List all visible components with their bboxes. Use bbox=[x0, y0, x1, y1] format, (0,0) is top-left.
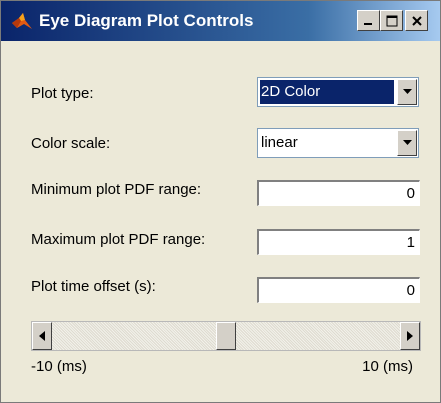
maximize-button[interactable] bbox=[380, 10, 403, 31]
arrow-left-icon bbox=[39, 331, 45, 341]
plot-type-value: 2D Color bbox=[261, 83, 321, 100]
slider-right-button[interactable] bbox=[400, 322, 420, 350]
plot-type-dropdown-button[interactable] bbox=[397, 79, 417, 105]
dialog-window: Eye Diagram Plot Controls Plot type: 2D … bbox=[0, 0, 441, 403]
plot-type-select[interactable]: 2D Color bbox=[257, 77, 419, 107]
max-pdf-label: Maximum plot PDF range: bbox=[31, 231, 206, 248]
arrow-right-icon bbox=[407, 331, 413, 341]
maximize-icon bbox=[386, 15, 397, 26]
time-offset-slider[interactable] bbox=[31, 321, 421, 351]
time-offset-label: Plot time offset (s): bbox=[31, 278, 156, 295]
max-pdf-input[interactable] bbox=[257, 229, 420, 255]
plot-type-label: Plot type: bbox=[31, 85, 94, 102]
time-offset-input[interactable] bbox=[257, 277, 420, 303]
chevron-down-icon bbox=[402, 140, 412, 145]
minimize-button[interactable] bbox=[357, 10, 380, 31]
color-scale-dropdown-button[interactable] bbox=[397, 130, 417, 156]
close-icon bbox=[411, 15, 422, 26]
min-pdf-input[interactable] bbox=[257, 180, 420, 206]
close-button[interactable] bbox=[405, 10, 428, 31]
window-title: Eye Diagram Plot Controls bbox=[39, 11, 254, 30]
matlab-icon bbox=[11, 10, 33, 32]
minimize-icon bbox=[363, 22, 372, 25]
slider-left-button[interactable] bbox=[32, 322, 52, 350]
title-bar[interactable]: Eye Diagram Plot Controls bbox=[1, 1, 440, 41]
color-scale-label: Color scale: bbox=[31, 135, 111, 152]
min-pdf-label: Minimum plot PDF range: bbox=[31, 181, 202, 198]
slider-min-label: -10 (ms) bbox=[31, 358, 87, 375]
slider-thumb[interactable] bbox=[216, 322, 236, 350]
color-scale-value: linear bbox=[261, 134, 298, 151]
slider-max-label: 10 (ms) bbox=[362, 358, 413, 375]
color-scale-select[interactable]: linear bbox=[257, 128, 419, 158]
chevron-down-icon bbox=[402, 89, 412, 94]
